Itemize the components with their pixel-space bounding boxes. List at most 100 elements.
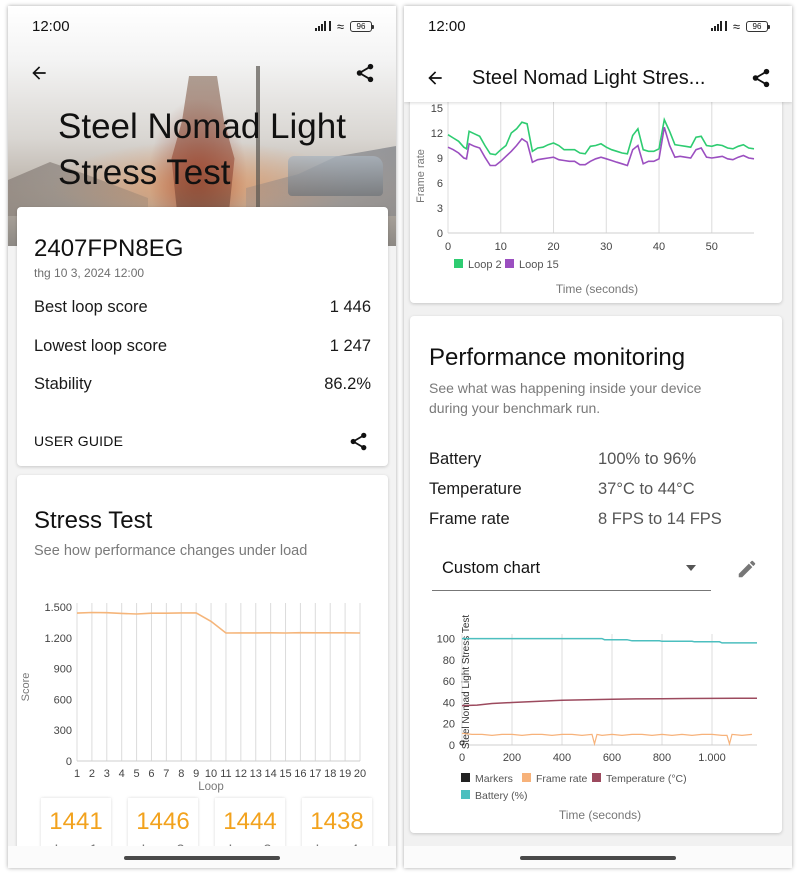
x-tick-label: 30 (600, 241, 612, 253)
x-tick-label: 8 (178, 768, 184, 780)
x-tick-label: 10 (495, 241, 507, 253)
status-bar: 12:00 ≈ 96 (404, 6, 792, 46)
top-app-bar: Steel Nomad Light Stres... (404, 58, 792, 98)
loop-score: 1438 (310, 808, 364, 835)
x-tick-label: 2 (89, 768, 95, 780)
x-tick-label: 0 (445, 241, 451, 253)
legend-swatch-frame-rate (522, 773, 531, 782)
y-tick-label: 900 (54, 664, 72, 676)
perf-value: 37°C to 44°C (598, 480, 695, 498)
stat-label: Lowest loop score (34, 337, 167, 355)
legend-label: Frame rate (536, 773, 588, 785)
user-guide-link[interactable]: USER GUIDE (34, 433, 123, 449)
y-tick-label: 0 (66, 756, 72, 768)
score-series-line (76, 611, 361, 634)
status-bar: 12:00 ≈ 96 (8, 6, 396, 46)
perf-key: Battery (429, 450, 482, 468)
share-button[interactable] (748, 65, 774, 91)
perf-subtitle-line2: during your benchmark run. (429, 400, 601, 416)
share-button[interactable] (352, 60, 378, 86)
y-tick-label: 20 (443, 719, 455, 731)
perf-key: Frame rate (429, 510, 510, 528)
share-icon (356, 63, 374, 83)
y-tick-label: 15 (431, 103, 443, 115)
custom-monitoring-chart[interactable]: 0 20 40 60 80 100 0 200 400 600 800 1.000 Steel No… (410, 614, 782, 831)
x-tick-label: 3 (104, 768, 110, 780)
stat-value: 1 446 (329, 298, 371, 316)
perf-row-battery: Battery 100% to 96% (429, 450, 696, 469)
gesture-nav-area (404, 846, 792, 868)
battery-level: 96 (356, 21, 366, 31)
share-result-button[interactable] (345, 428, 371, 454)
y-tick-label: 60 (443, 676, 455, 688)
battery-icon: 96 (746, 20, 770, 32)
y-tick-label: 9 (437, 153, 443, 165)
home-indicator[interactable] (520, 856, 676, 860)
y-tick-label: 3 (437, 203, 443, 215)
edit-chart-button[interactable] (736, 558, 760, 582)
stat-row-stability: Stability 86.2% (34, 375, 371, 394)
test-title: Steel Nomad Light Stress Test (58, 107, 346, 192)
stat-label: Best loop score (34, 298, 148, 316)
summary-card: 2407FPN8EG thg 10 3, 2024 12:00 Best loo… (17, 207, 388, 466)
temperature-series-line (461, 697, 757, 707)
frame-rate-chart[interactable]: 0 3 6 9 12 15 0 10 20 30 40 50 Frame rate Loop 2 L… (410, 96, 782, 303)
signal-icon (314, 21, 331, 31)
app-header: 12:00 ≈ 96 Steel Nomad Light Stres... (404, 6, 792, 102)
x-tick-label: 15 (279, 768, 291, 780)
chart-type-dropdown[interactable]: Custom chart (432, 546, 711, 591)
loop-score: 1441 (49, 808, 103, 835)
legend-swatch-temperature (592, 773, 601, 782)
x-tick-label: 17 (309, 768, 321, 780)
x-tick-label: 4 (119, 768, 125, 780)
score-chart[interactable]: 03006009001.2001.500 1 2 3 4 5 6 7 8 9 10 11 12 13 14… (17, 597, 388, 797)
y-axis-label: Steel Nomad Light Stress Test (461, 615, 472, 750)
x-tick-label: 20 (354, 768, 366, 780)
x-tick-label: 50 (706, 241, 718, 253)
back-button[interactable] (422, 65, 448, 91)
legend-label: Markers (475, 773, 513, 785)
performance-monitoring-card: Performance monitoring See what was happ… (410, 316, 782, 833)
legend-swatch-battery (461, 790, 470, 799)
pencil-icon (738, 560, 756, 578)
perf-row-frame-rate: Frame rate 8 FPS to 14 FPS (429, 510, 722, 529)
x-tick-label: 9 (193, 768, 199, 780)
x-tick-label: 18 (324, 768, 336, 780)
x-axis-label: Loop (198, 781, 224, 793)
stat-value: 86.2% (324, 375, 371, 393)
stress-test-card: Stress Test See how performance changes … (17, 475, 388, 868)
battery-series-line (462, 637, 757, 644)
x-tick-label: 11 (220, 768, 231, 780)
y-tick-label: 100 (437, 634, 455, 646)
back-button[interactable] (26, 60, 52, 86)
x-tick-label: 6 (148, 768, 154, 780)
wifi-icon: ≈ (732, 18, 740, 34)
legend: Loop 2 Loop 15 (454, 259, 559, 271)
y-tick-label: 600 (54, 694, 72, 706)
perf-value: 100% to 96% (598, 450, 697, 468)
x-tick-label: 40 (653, 241, 665, 253)
y-tick-label: 1.500 (44, 602, 72, 614)
y-tick-label: 0 (449, 740, 455, 752)
guide-row: USER GUIDE (34, 428, 371, 454)
stat-row-lowest-loop: Lowest loop score 1 247 (34, 337, 371, 356)
legend-swatch-markers (461, 773, 470, 782)
right-phone-screen: 0 3 6 9 12 15 0 10 20 30 40 50 Frame rate Loop 2 L… (404, 6, 792, 868)
legend: Markers Frame rate Temperature (°C) Batt… (461, 773, 687, 802)
stat-value: 1 247 (329, 337, 371, 355)
share-icon (752, 68, 770, 88)
x-axis-label: Time (seconds) (556, 282, 638, 296)
x-tick-label: 7 (163, 768, 169, 780)
x-tick-label: 5 (134, 768, 140, 780)
y-axis-label: Frame rate (415, 149, 427, 203)
y-tick-label: 300 (54, 725, 72, 737)
x-tick-label: 600 (603, 752, 621, 764)
signal-icon (710, 21, 727, 31)
home-indicator[interactable] (124, 856, 280, 860)
y-tick-label: 40 (443, 697, 455, 709)
frame-rate-card: 0 3 6 9 12 15 0 10 20 30 40 50 Frame rate Loop 2 L… (410, 96, 782, 303)
loop-score: 1444 (223, 808, 277, 835)
legend-swatch-loop-15 (505, 259, 514, 268)
x-tick-label: 200 (503, 752, 521, 764)
run-date: thg 10 3, 2024 12:00 (34, 266, 145, 280)
